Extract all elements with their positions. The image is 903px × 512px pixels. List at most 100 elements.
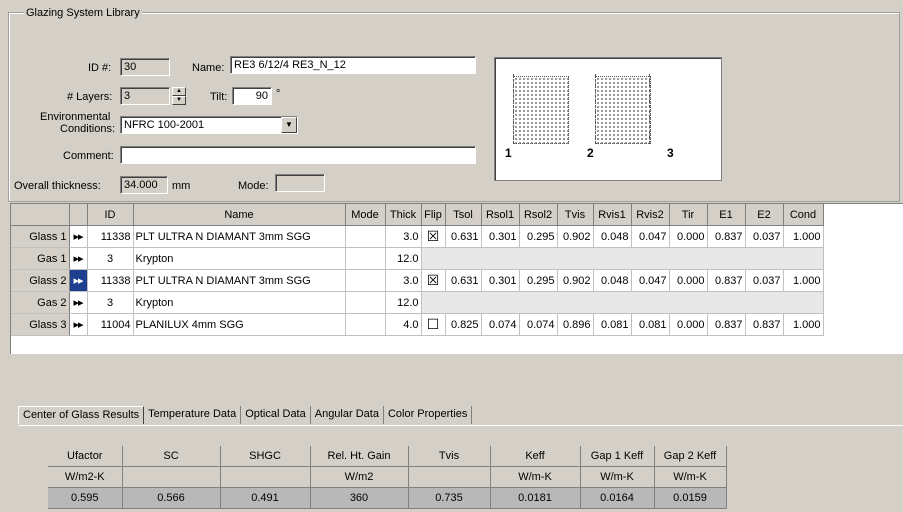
cell-tir: 0.000: [669, 225, 708, 248]
library-arrow-icon[interactable]: ▸▸: [69, 313, 88, 336]
header-rvis2[interactable]: Rvis2: [631, 204, 670, 226]
header-tir[interactable]: Tir: [669, 204, 708, 226]
cell-thick[interactable]: 12.0: [385, 247, 422, 270]
header-rel-ht-gain: Rel. Ht. Gain: [310, 446, 409, 467]
cell-rsol2: 0.295: [519, 225, 558, 248]
pane-line: [649, 74, 650, 144]
header-thick[interactable]: Thick: [385, 204, 422, 226]
cell-name[interactable]: PLT ULTRA N DIAMANT 3mm SGG: [133, 225, 346, 248]
header-flip[interactable]: Flip: [421, 204, 446, 226]
value-keff: 0.0181: [490, 487, 581, 509]
library-arrow-icon[interactable]: ▸▸: [69, 225, 88, 248]
cell-mode[interactable]: [345, 269, 386, 292]
table-row[interactable]: Gas 2 ▸▸ 3 Krypton 12.0: [11, 291, 824, 314]
tab-divider: [18, 425, 903, 426]
comment-input[interactable]: [120, 146, 476, 164]
cell-name[interactable]: PLANILUX 4mm SGG: [133, 313, 346, 336]
spin-up-icon[interactable]: ▲: [172, 87, 186, 96]
header-e1[interactable]: E1: [707, 204, 746, 226]
cell-mode[interactable]: [345, 225, 386, 248]
cell-id[interactable]: 11004: [87, 313, 134, 336]
header-name[interactable]: Name: [133, 204, 346, 226]
cell-mode[interactable]: [345, 291, 386, 314]
tab-angular-data[interactable]: Angular Data: [311, 406, 384, 424]
cell-thick[interactable]: 4.0: [385, 313, 422, 336]
library-arrow-icon[interactable]: ▸▸: [69, 291, 88, 314]
id-field: 30: [120, 58, 170, 76]
cell-name[interactable]: Krypton: [133, 291, 346, 314]
env-label-2: Conditions:: [60, 123, 116, 135]
name-input[interactable]: RE3 6/12/4 RE3_N_12: [230, 56, 476, 74]
header-gap2-keff: Gap 2 Keff: [654, 446, 727, 467]
cell-e1: 0.837: [707, 225, 746, 248]
cell-tvis: 0.902: [557, 269, 594, 292]
tilt-label: Tilt:: [210, 91, 228, 103]
name-label: Name:: [192, 62, 225, 74]
cell-tvis: 0.896: [557, 313, 594, 336]
flip-checkbox[interactable]: ☒: [421, 269, 446, 292]
header-tsol[interactable]: Tsol: [445, 204, 482, 226]
cell-thick[interactable]: 12.0: [385, 291, 422, 314]
tab-temperature-data[interactable]: Temperature Data: [144, 406, 242, 424]
chevron-down-icon[interactable]: ▼: [281, 117, 297, 133]
header-tvis[interactable]: Tvis: [557, 204, 594, 226]
tab-center-of-glass-results[interactable]: Center of Glass Results: [18, 406, 145, 424]
gas-empty-cells: [421, 291, 824, 314]
spin-down-icon[interactable]: ▼: [172, 96, 186, 105]
row-label[interactable]: Gas 1: [11, 247, 70, 270]
environment-select[interactable]: NFRC 100-2001: [120, 116, 298, 134]
flip-checkbox[interactable]: ☐: [421, 313, 446, 336]
cell-name[interactable]: PLT ULTRA N DIAMANT 3mm SGG: [133, 269, 346, 292]
header-mode[interactable]: Mode: [345, 204, 386, 226]
cell-id[interactable]: 11338: [87, 225, 134, 248]
flip-checkbox[interactable]: ☒: [421, 225, 446, 248]
value-shgc: 0.491: [220, 487, 311, 509]
glazing-system-group: [8, 12, 900, 202]
cell-rsol1: 0.301: [481, 225, 520, 248]
cell-e2: 0.037: [745, 225, 784, 248]
table-row[interactable]: Glass 3 ▸▸ 11004 PLANILUX 4mm SGG 4.0 ☐ …: [11, 313, 824, 336]
header-e2[interactable]: E2: [745, 204, 784, 226]
library-arrow-icon[interactable]: ▸▸: [69, 269, 88, 292]
cell-mode[interactable]: [345, 247, 386, 270]
cell-mode[interactable]: [345, 313, 386, 336]
results-header-row: Ufactor SC SHGC Rel. Ht. Gain Tvis Keff …: [48, 446, 727, 467]
value-gap1-keff: 0.0164: [580, 487, 655, 509]
value-sc: 0.566: [122, 487, 221, 509]
cell-name[interactable]: Krypton: [133, 247, 346, 270]
cell-id[interactable]: 3: [87, 247, 134, 270]
table-row[interactable]: Glass 2 ▸▸ 11338 PLT ULTRA N DIAMANT 3mm…: [11, 269, 824, 292]
cell-rvis2: 0.081: [631, 313, 670, 336]
header-rsol2[interactable]: Rsol2: [519, 204, 558, 226]
unit-cell: [408, 466, 491, 488]
library-arrow-icon[interactable]: ▸▸: [69, 247, 88, 270]
header-ufactor: Ufactor: [48, 446, 123, 467]
row-label[interactable]: Gas 2: [11, 291, 70, 314]
table-row[interactable]: Gas 1 ▸▸ 3 Krypton 12.0: [11, 247, 824, 270]
table-row[interactable]: Glass 1 ▸▸ 11338 PLT ULTRA N DIAMANT 3mm…: [11, 225, 824, 248]
row-label[interactable]: Glass 2: [11, 269, 70, 292]
header-cond[interactable]: Cond: [783, 204, 824, 226]
cell-id[interactable]: 11338: [87, 269, 134, 292]
row-label[interactable]: Glass 3: [11, 313, 70, 336]
pane-number: 3: [667, 146, 674, 160]
cell-thick[interactable]: 3.0: [385, 269, 422, 292]
tilt-input[interactable]: 90: [232, 87, 272, 105]
corner-cell: [11, 204, 70, 226]
thickness-field: 34.000: [120, 176, 168, 194]
cell-e2: 0.037: [745, 269, 784, 292]
row-label[interactable]: Glass 1: [11, 225, 70, 248]
tab-color-properties[interactable]: Color Properties: [384, 406, 473, 424]
header-rvis1[interactable]: Rvis1: [593, 204, 632, 226]
cell-id[interactable]: 3: [87, 291, 134, 314]
env-label-1: Environmental: [40, 111, 111, 123]
cell-tsol: 0.631: [445, 269, 482, 292]
cell-tsol: 0.631: [445, 225, 482, 248]
header-id[interactable]: ID: [87, 204, 134, 226]
tab-optical-data[interactable]: Optical Data: [241, 406, 311, 424]
cell-thick[interactable]: 3.0: [385, 225, 422, 248]
header-rsol1[interactable]: Rsol1: [481, 204, 520, 226]
header-gap1-keff: Gap 1 Keff: [580, 446, 655, 467]
value-tvis: 0.735: [408, 487, 491, 509]
layers-stepper[interactable]: ▲ ▼: [172, 87, 186, 105]
